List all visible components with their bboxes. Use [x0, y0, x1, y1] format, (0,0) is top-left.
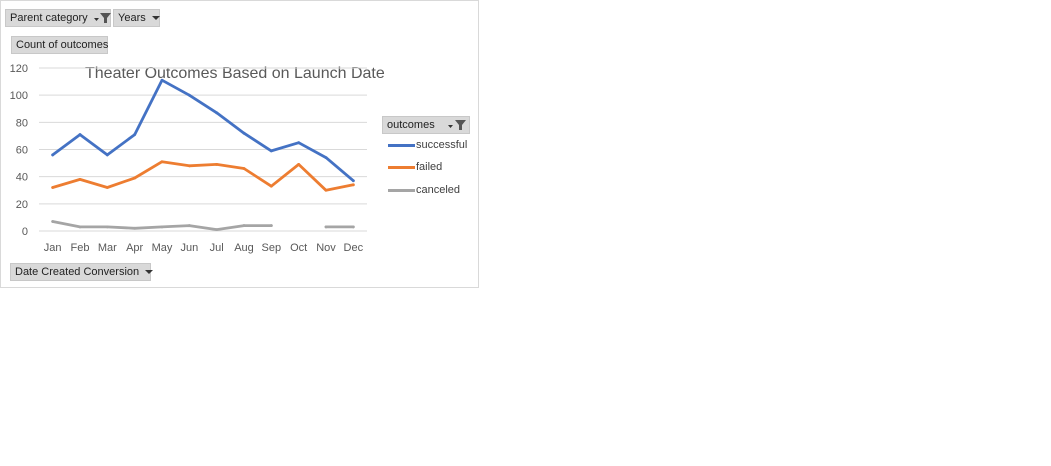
- filter-dropdown-icon: [447, 117, 468, 133]
- data-point-failed: [324, 188, 328, 192]
- x-tick-label: Jun: [180, 242, 198, 254]
- data-point-successful: [297, 141, 301, 145]
- data-point-canceled: [78, 225, 82, 229]
- legend-swatch: [388, 188, 415, 192]
- data-point-failed: [269, 184, 273, 188]
- axis-field-label: Date Created Conversion: [15, 266, 140, 278]
- outcomes-legend-filter-button[interactable]: outcomes: [382, 116, 470, 134]
- data-point-failed: [351, 183, 355, 187]
- data-point-canceled: [187, 224, 191, 227]
- data-point-successful: [160, 78, 164, 82]
- x-tick-label: Oct: [290, 242, 307, 254]
- data-point-failed: [51, 186, 55, 189]
- data-point-successful: [78, 133, 82, 136]
- x-tick-label: Jan: [44, 242, 62, 254]
- data-point-successful: [215, 111, 219, 115]
- axis-field-button[interactable]: Date Created Conversion: [10, 263, 154, 281]
- data-point-canceled: [269, 224, 273, 227]
- data-point-failed: [297, 163, 301, 166]
- chevron-down-icon: [145, 264, 154, 280]
- data-point-successful: [324, 156, 328, 160]
- data-point-canceled: [160, 225, 164, 229]
- data-point-failed: [242, 167, 246, 170]
- data-point-canceled: [351, 225, 355, 229]
- data-point-failed: [78, 177, 82, 181]
- y-tick-label: 0: [22, 226, 28, 238]
- x-tick-label: Apr: [126, 242, 143, 254]
- data-point-failed: [187, 164, 191, 168]
- legend-item-failed: failed: [388, 160, 442, 174]
- data-point-failed: [105, 186, 109, 189]
- data-point-canceled: [215, 228, 219, 232]
- data-point-canceled: [105, 225, 109, 229]
- legend-swatch: [388, 165, 415, 169]
- legend-label: canceled: [416, 184, 461, 196]
- series-line-failed: [51, 160, 355, 192]
- legend-swatch: [388, 143, 415, 147]
- data-point-failed: [160, 160, 164, 164]
- legend-label: successful: [416, 139, 468, 151]
- x-tick-label: May: [152, 242, 173, 254]
- x-tick-label: Dec: [344, 242, 364, 254]
- y-tick-label: 100: [10, 90, 28, 102]
- data-point-successful: [133, 133, 137, 136]
- x-tick-label: Jul: [210, 242, 224, 254]
- x-tick-label: Aug: [234, 242, 254, 254]
- data-point-successful: [269, 149, 273, 153]
- data-point-successful: [51, 153, 55, 157]
- data-point-successful: [351, 179, 355, 183]
- x-tick-label: Sep: [262, 242, 282, 254]
- legend-item-successful: successful: [388, 138, 467, 152]
- y-tick-label: 80: [16, 117, 28, 129]
- data-point-canceled: [324, 225, 328, 229]
- data-point-successful: [105, 153, 109, 157]
- legend-label: failed: [416, 161, 443, 173]
- legend-item-canceled: canceled: [388, 183, 460, 197]
- outcomes-label: outcomes: [387, 119, 435, 131]
- data-point-successful: [242, 131, 246, 135]
- data-point-successful: [187, 93, 191, 97]
- data-point-failed: [215, 163, 219, 166]
- pivot-chart-frame: Parent category Years Count of outcomes …: [0, 0, 479, 288]
- y-tick-label: 40: [16, 172, 28, 184]
- y-tick-label: 60: [16, 145, 28, 157]
- y-tick-label: 120: [10, 63, 28, 75]
- data-point-canceled: [242, 224, 246, 227]
- data-point-failed: [133, 176, 137, 180]
- y-tick-label: 20: [16, 199, 28, 211]
- data-point-canceled: [133, 226, 137, 230]
- x-tick-label: Feb: [71, 242, 90, 254]
- x-tick-label: Nov: [316, 242, 336, 254]
- data-point-canceled: [51, 220, 55, 223]
- x-tick-label: Mar: [98, 242, 117, 254]
